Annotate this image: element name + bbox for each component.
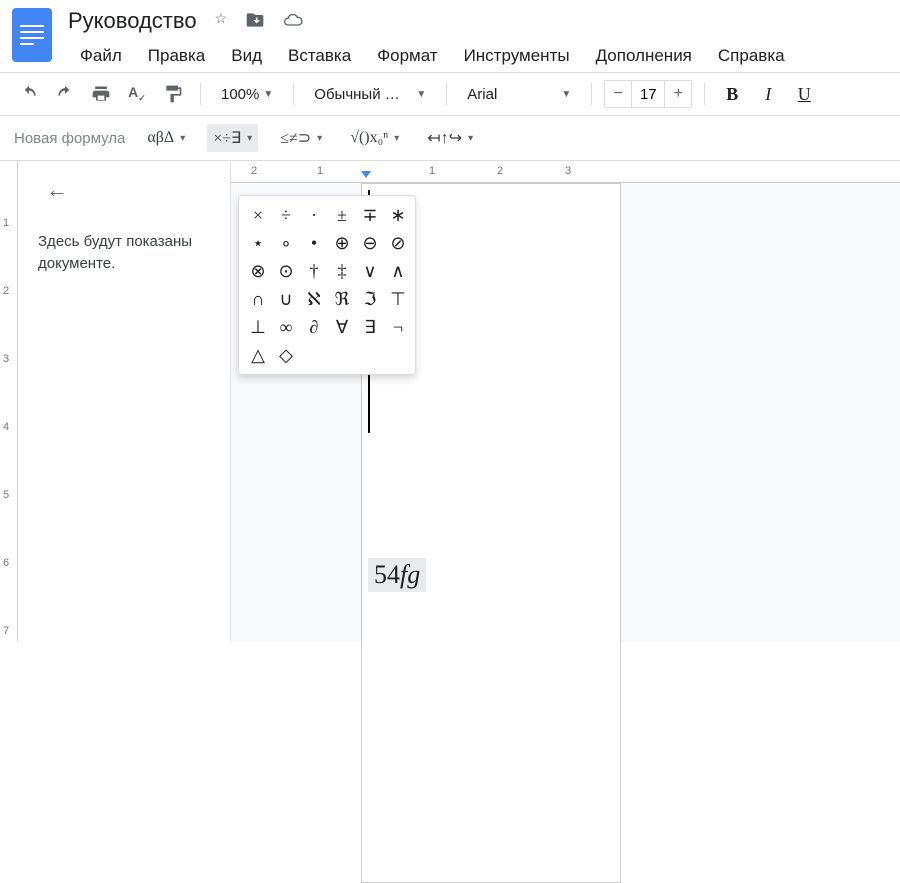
symbol-cell[interactable]: ⊘ <box>385 230 411 256</box>
equation-toolbar: Новая формула αβΔ▾ ×÷∃▾ ≤≠⊃▾ √()x₀ⁿ▾ ↤↑↪… <box>0 116 900 161</box>
spellcheck-button[interactable]: A✓ <box>122 79 152 109</box>
print-button[interactable] <box>86 79 116 109</box>
hruler-tick: 1 <box>317 165 323 177</box>
menu-addons[interactable]: Дополнения <box>584 40 704 72</box>
symbol-cell[interactable]: ⊗ <box>245 258 271 284</box>
app-header: Руководство ☆ Файл Правка Вид Вставка Фо… <box>0 0 900 72</box>
symbol-cell[interactable]: ∀ <box>329 314 355 340</box>
symbol-cell[interactable]: × <box>245 202 271 228</box>
vruler-tick: 2 <box>3 285 9 297</box>
symbol-cell[interactable]: ± <box>329 202 355 228</box>
font-size-control: − + <box>604 80 692 108</box>
hruler-tick: 1 <box>429 165 435 177</box>
hruler-tick: 3 <box>565 165 571 177</box>
symbol-cell[interactable]: ∃ <box>357 314 383 340</box>
eq-operators-dropdown[interactable]: ×÷∃▾ <box>207 124 258 152</box>
symbol-cell[interactable]: † <box>301 258 327 284</box>
symbol-cell[interactable]: ⊖ <box>357 230 383 256</box>
font-dropdown[interactable]: Arial▼ <box>459 82 579 107</box>
workspace: 1 2 3 4 5 6 7 ← Здесь будут показаны док… <box>0 161 900 641</box>
outline-placeholder-text: Здесь будут показаны документе. <box>38 231 218 275</box>
underline-button[interactable]: U <box>789 79 819 109</box>
vruler-tick: 3 <box>3 353 9 365</box>
symbol-cell[interactable]: ∩ <box>245 286 271 312</box>
eq-relations-dropdown[interactable]: ≤≠⊃▾ <box>274 124 328 152</box>
eq-arrows-dropdown[interactable]: ↤↑↪▾ <box>421 124 479 152</box>
menu-tools[interactable]: Инструменты <box>452 40 582 72</box>
vruler-tick: 6 <box>3 557 9 569</box>
hruler-tick: 2 <box>497 165 503 177</box>
symbol-cell[interactable]: ∨ <box>357 258 383 284</box>
symbol-cell[interactable]: ∗ <box>385 202 411 228</box>
symbol-cell[interactable]: ⋆ <box>245 230 271 256</box>
italic-button[interactable]: I <box>753 79 783 109</box>
vruler-tick: 5 <box>3 489 9 501</box>
menu-file[interactable]: Файл <box>68 40 134 72</box>
vertical-ruler: 1 2 3 4 5 6 7 <box>0 161 18 641</box>
bold-button[interactable]: B <box>717 79 747 109</box>
font-size-input[interactable] <box>631 81 665 107</box>
menu-edit[interactable]: Правка <box>136 40 217 72</box>
vruler-tick: 4 <box>3 421 9 433</box>
symbol-cell[interactable]: ℜ <box>329 286 355 312</box>
symbol-cell[interactable]: ∪ <box>273 286 299 312</box>
symbol-cell[interactable]: · <box>301 202 327 228</box>
docs-app-icon[interactable] <box>12 8 52 62</box>
operators-symbol-popup: ×÷·±∓∗ ⋆∘•⊕⊖⊘ ⊗⊙†‡∨∧ ∩∪ℵℜℑ⊤ ⊥∞∂∀∃¬ △◇ <box>238 195 416 375</box>
symbol-cell[interactable]: ⊥ <box>245 314 271 340</box>
eq-greek-dropdown[interactable]: αβΔ▾ <box>141 125 191 151</box>
outline-collapse-button[interactable]: ← <box>46 177 218 203</box>
vruler-tick: 7 <box>3 625 9 637</box>
move-folder-icon[interactable] <box>245 10 265 33</box>
menu-format[interactable]: Формат <box>365 40 449 72</box>
document-title[interactable]: Руководство <box>68 8 197 34</box>
symbol-cell[interactable]: ∂ <box>301 314 327 340</box>
symbol-cell[interactable]: ÷ <box>273 202 299 228</box>
symbol-cell[interactable]: ⊕ <box>329 230 355 256</box>
menu-view[interactable]: Вид <box>219 40 274 72</box>
title-area: Руководство ☆ Файл Правка Вид Вставка Фо… <box>68 8 888 72</box>
horizontal-ruler: 2 1 1 2 3 <box>231 161 900 183</box>
vruler-tick: 1 <box>3 217 9 229</box>
font-size-decrease-button[interactable]: − <box>605 81 631 107</box>
symbol-cell[interactable]: ⊙ <box>273 258 299 284</box>
symbol-cell[interactable]: ∘ <box>273 230 299 256</box>
menubar: Файл Правка Вид Вставка Формат Инструмен… <box>68 40 888 72</box>
hruler-tick: 2 <box>251 165 257 177</box>
menu-help[interactable]: Справка <box>706 40 797 72</box>
eq-radicals-dropdown[interactable]: √()x₀ⁿ▾ <box>344 125 405 151</box>
font-size-increase-button[interactable]: + <box>665 81 691 107</box>
symbol-cell[interactable]: △ <box>245 342 271 368</box>
symbol-cell[interactable]: ⊤ <box>385 286 411 312</box>
menu-insert[interactable]: Вставка <box>276 40 363 72</box>
zoom-dropdown[interactable]: 100%▼ <box>213 82 281 107</box>
symbol-cell[interactable]: ‡ <box>329 258 355 284</box>
undo-button[interactable] <box>14 79 44 109</box>
paint-format-button[interactable] <box>158 79 188 109</box>
new-equation-button[interactable]: Новая формула <box>14 130 125 147</box>
symbol-cell[interactable]: • <box>301 230 327 256</box>
outline-panel: 1 2 3 4 5 6 7 ← Здесь будут показаны док… <box>0 161 230 641</box>
symbol-cell[interactable]: ∧ <box>385 258 411 284</box>
redo-button[interactable] <box>50 79 80 109</box>
paragraph-style-dropdown[interactable]: Обычный …▼ <box>306 82 434 107</box>
symbol-cell[interactable]: ¬ <box>385 314 411 340</box>
symbol-cell[interactable]: ◇ <box>273 342 299 368</box>
equation-field[interactable]: 54fg <box>368 558 426 592</box>
star-icon[interactable]: ☆ <box>215 10 228 33</box>
symbol-cell[interactable]: ∞ <box>273 314 299 340</box>
cloud-status-icon[interactable] <box>283 10 303 33</box>
main-toolbar: A✓ 100%▼ Обычный …▼ Arial▼ − + B I U <box>0 72 900 116</box>
ruler-indent-marker[interactable] <box>361 171 371 178</box>
symbol-cell[interactable]: ℵ <box>301 286 327 312</box>
symbol-cell[interactable]: ∓ <box>357 202 383 228</box>
symbol-cell[interactable]: ℑ <box>357 286 383 312</box>
